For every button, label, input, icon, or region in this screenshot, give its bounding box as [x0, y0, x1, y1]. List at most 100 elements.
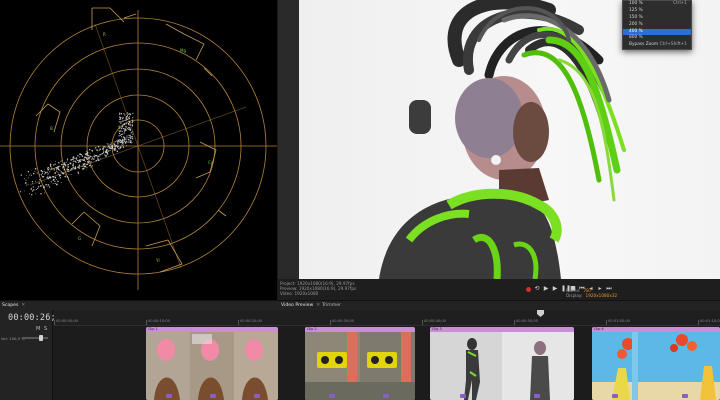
- trace-point: [102, 148, 105, 150]
- loop-icon[interactable]: ⟲: [534, 286, 540, 292]
- play-range-icon[interactable]: ▶: [552, 286, 558, 292]
- trace-point: [122, 116, 124, 118]
- trace-point: [129, 140, 131, 142]
- trace-point: [131, 122, 133, 124]
- trace-point: [128, 116, 131, 118]
- zoom-option-100[interactable]: 100 % Ctrl+1: [623, 1, 691, 8]
- next-frame-icon[interactable]: ▸: [597, 286, 603, 292]
- trace-point: [31, 181, 34, 183]
- volume-slider[interactable]: [22, 335, 48, 341]
- target-yl-label: Yl: [155, 258, 160, 263]
- trace-point: [105, 154, 107, 157]
- solo-button[interactable]: S: [44, 326, 47, 332]
- trace-point: [97, 146, 100, 148]
- trace-point: [111, 147, 113, 150]
- target-cy-label: Cy: [208, 160, 214, 165]
- zoom-option-125[interactable]: 125 %: [623, 8, 691, 15]
- tab-video-preview[interactable]: Video Preview ✕: [281, 302, 320, 310]
- trace-point: [131, 119, 133, 121]
- trace-point: [122, 141, 124, 144]
- trace-point: [130, 132, 132, 134]
- trace-point: [126, 126, 128, 128]
- trace-point: [56, 183, 58, 186]
- trace-point: [131, 142, 133, 144]
- trace-point: [84, 156, 86, 159]
- trace-point: [72, 166, 74, 168]
- trace-point: [49, 167, 51, 169]
- trace-point: [41, 174, 42, 176]
- trace-point: [120, 121, 122, 123]
- mute-button[interactable]: M: [36, 326, 40, 332]
- trace-point: [128, 123, 130, 125]
- play-icon[interactable]: ▶: [543, 286, 549, 292]
- fx-icon[interactable]: [166, 394, 172, 398]
- trace-point: [124, 141, 126, 143]
- trace-point: [107, 146, 110, 148]
- trace-point: [72, 163, 74, 165]
- zoom-option-200[interactable]: 200 %: [623, 22, 691, 29]
- fx-icon[interactable]: [460, 394, 466, 398]
- record-button[interactable]: [526, 286, 531, 292]
- trace-point: [75, 158, 77, 160]
- volume-knob[interactable]: [39, 335, 43, 341]
- fx-icon[interactable]: [534, 394, 540, 398]
- trace-point: [74, 157, 76, 159]
- trace-point: [23, 190, 25, 192]
- trace-point: [67, 168, 70, 171]
- playhead-marker[interactable]: [537, 310, 544, 317]
- trace-point: [27, 183, 29, 185]
- trace-point: [81, 159, 83, 161]
- target-g-label: G: [78, 236, 81, 241]
- trace-point: [127, 141, 129, 143]
- trace-point: [102, 151, 105, 153]
- trace-point: [119, 139, 121, 141]
- trace-point: [132, 121, 134, 123]
- display-info: Display: 1920x1080x32: [566, 293, 618, 298]
- trace-point: [70, 174, 72, 175]
- trace-point: [57, 166, 59, 168]
- fx-icon[interactable]: [329, 394, 335, 398]
- timeline-clip[interactable]: Clip 2: [305, 327, 415, 400]
- trace-point: [85, 161, 86, 163]
- trace-point: [43, 186, 45, 188]
- trace-point: [49, 176, 52, 179]
- trace-point: [120, 122, 122, 124]
- trace-point: [129, 114, 131, 116]
- zoom-option-150[interactable]: 150 %: [623, 15, 691, 22]
- timeline-clip[interactable]: Clip 3: [430, 327, 574, 400]
- fx-icon[interactable]: [682, 394, 688, 398]
- zoom-dropdown-menu[interactable]: 100 % Ctrl+1 125 % 150 % 200 % 400 % 800 …: [622, 0, 692, 50]
- tab-scopes[interactable]: Scopes ✕: [2, 302, 25, 310]
- trace-point: [129, 141, 132, 144]
- timeline-clip[interactable]: Clip 1: [146, 327, 278, 400]
- trace-point: [72, 161, 74, 163]
- trace-point: [57, 168, 60, 171]
- fx-icon[interactable]: [612, 394, 618, 398]
- timeline-clip[interactable]: Clip 4: [592, 327, 720, 400]
- go-end-icon[interactable]: ⏭: [606, 286, 612, 292]
- trace-point: [121, 145, 123, 147]
- fx-icon[interactable]: [210, 394, 216, 398]
- trace-point: [122, 146, 125, 148]
- fx-icon[interactable]: [254, 394, 260, 398]
- trace-point: [61, 159, 63, 161]
- trace-point: [29, 193, 31, 195]
- trace-point: [108, 145, 110, 147]
- target-r-label: R: [103, 32, 106, 37]
- trace-point: [126, 135, 128, 137]
- trace-point: [20, 174, 22, 176]
- tab-trimmer[interactable]: Trimmer: [322, 302, 341, 310]
- fx-icon[interactable]: [383, 394, 389, 398]
- zoom-option-bypass[interactable]: Bypass Zoom Ctrl+Shift+1: [623, 42, 691, 49]
- trace-point: [34, 167, 37, 170]
- timeline-ruler[interactable]: 00:00:00;00 00:00:10;00 00:00:20;00 00:00:3…: [54, 310, 720, 326]
- trace-point: [44, 173, 46, 175]
- clip-thumbnail: [146, 332, 278, 400]
- trace-point: [66, 168, 69, 171]
- trace-point: [84, 159, 86, 161]
- trace-point: [60, 171, 62, 173]
- trace-point: [75, 157, 78, 159]
- trace-point: [81, 168, 83, 170]
- trace-point: [66, 170, 69, 172]
- trace-point: [119, 131, 121, 133]
